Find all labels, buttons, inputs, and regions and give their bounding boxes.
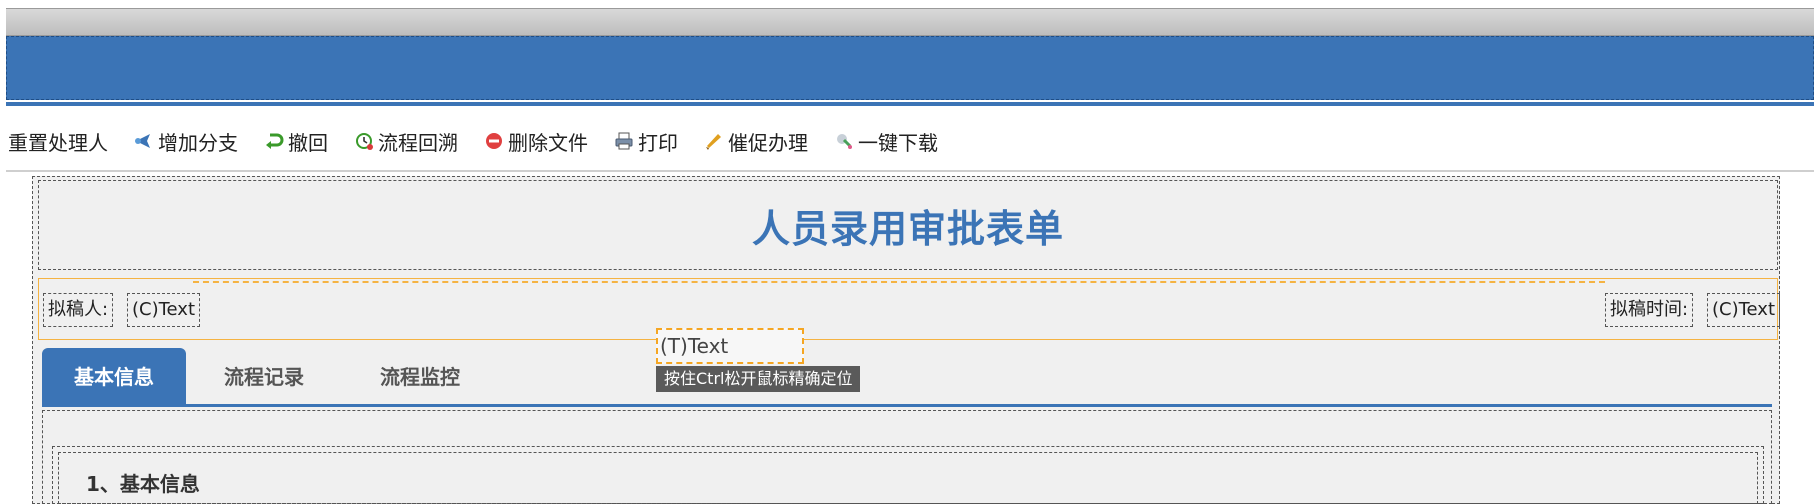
clock-back-icon: [354, 131, 374, 151]
download-icon: [834, 131, 854, 151]
process-rollback-button[interactable]: 流程回溯: [354, 127, 458, 156]
drop-indicator-line: [193, 281, 1605, 285]
drag-tooltip: 按住Ctrl松开鼠标精确定位: [656, 366, 861, 392]
process-rollback-label: 流程回溯: [378, 130, 458, 155]
print-button[interactable]: 打印: [614, 127, 678, 156]
drag-proxy-element[interactable]: (T)Text: [656, 328, 804, 364]
delete-file-label: 删除文件: [508, 130, 588, 155]
tab-underline: [42, 404, 1772, 407]
tab-basic-info[interactable]: 基本信息: [42, 348, 186, 406]
add-branch-label: 增加分支: [158, 130, 238, 155]
toolbar-divider: [6, 170, 1814, 172]
urge-handling-label: 催促办理: [728, 130, 808, 155]
withdraw-button[interactable]: 撤回: [264, 127, 328, 156]
urge-handling-button[interactable]: 催促办理: [704, 127, 808, 156]
one-click-download-button[interactable]: 一键下载: [834, 127, 938, 156]
megaphone-icon: [704, 131, 724, 151]
tab-bar: 基本信息 流程记录 流程监控: [42, 346, 498, 406]
draft-time-label: 拟稿时间:: [1605, 293, 1694, 327]
tab-process-records[interactable]: 流程记录: [186, 348, 342, 406]
draft-time-value[interactable]: (C)Text: [1707, 293, 1781, 327]
tab-process-monitor[interactable]: 流程监控: [342, 348, 498, 406]
banner-underline: [6, 102, 1814, 106]
drafter-row[interactable]: 拟稿人: (C)Text 拟稿时间: (C)Text: [38, 278, 1781, 340]
drafter-label: 拟稿人:: [43, 293, 114, 327]
top-gray-bar: [6, 8, 1814, 36]
print-label: 打印: [638, 130, 678, 155]
one-click-download-label: 一键下载: [858, 130, 938, 155]
reset-handler-button[interactable]: 重置处理人: [8, 127, 108, 156]
branch-icon: [134, 131, 154, 151]
delete-file-button[interactable]: 删除文件: [484, 127, 588, 156]
reset-handler-label: 重置处理人: [8, 130, 108, 155]
form-title-box: 人员录用审批表单: [38, 180, 1778, 270]
header-banner: [6, 36, 1814, 100]
form-title: 人员录用审批表单: [751, 208, 1064, 251]
section-inner-box: [58, 452, 1758, 504]
add-branch-button[interactable]: 增加分支: [134, 127, 238, 156]
action-toolbar: 重置处理人 增加分支 撤回 流程回溯 删除文件 打印 催促办理 一键下载: [8, 124, 964, 158]
undo-arrow-icon: [264, 131, 284, 151]
withdraw-label: 撤回: [288, 130, 328, 155]
delete-icon: [484, 131, 504, 151]
section-heading: 1、基本信息: [86, 472, 200, 496]
printer-icon: [614, 131, 634, 151]
drafter-value[interactable]: (C)Text: [127, 293, 201, 327]
